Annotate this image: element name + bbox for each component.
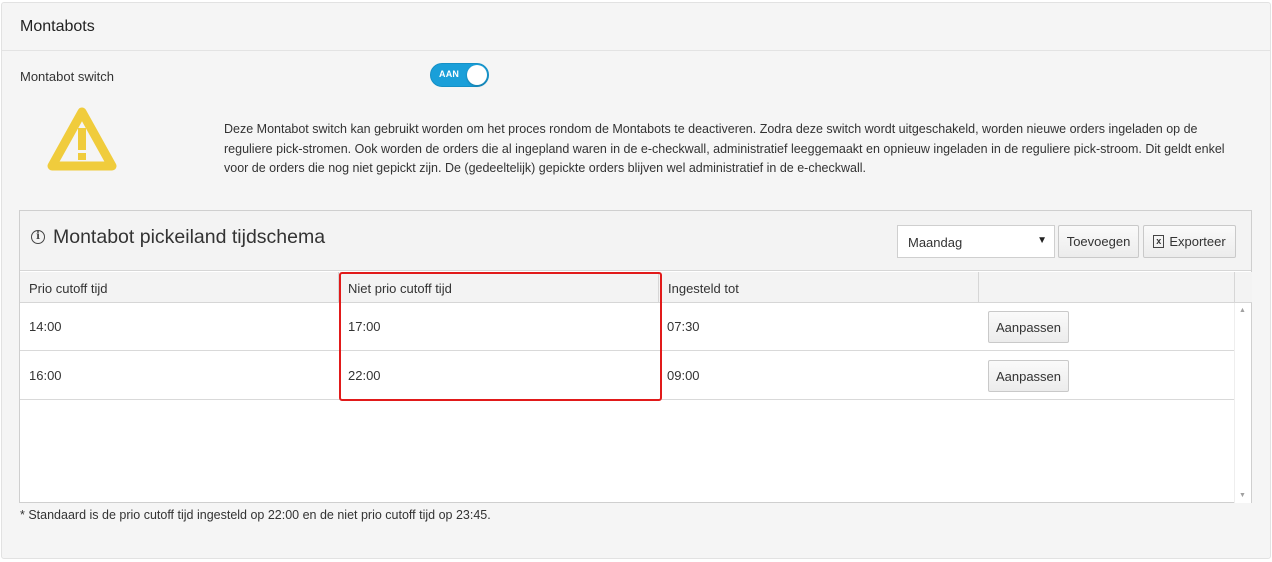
widget-title: Montabot pickeiland tijdschema [53, 226, 326, 248]
edit-button[interactable]: Aanpassen [988, 360, 1069, 392]
scroll-down-icon[interactable]: ▼ [1239, 492, 1246, 499]
cell-niet-prio: 22:00 [348, 368, 381, 383]
cell-ingesteld-tot: 09:00 [667, 368, 700, 383]
cell-prio: 16:00 [29, 368, 62, 383]
export-button-label: Exporteer [1169, 234, 1226, 249]
widget-header: i Montabot pickeiland tijdschema Maandag… [20, 211, 1251, 271]
chevron-down-icon: ▼ [1037, 235, 1047, 246]
panel-header: Montabots [2, 3, 1270, 51]
switch-description: Deze Montabot switch kan gebruikt worden… [224, 122, 1225, 176]
excel-file-icon: x [1153, 235, 1165, 248]
add-button-label: Toevoegen [1066, 234, 1131, 249]
export-button[interactable]: x Exporteer [1143, 225, 1236, 258]
warning-triangle-icon [47, 107, 117, 171]
table-row: 14:00 17:00 07:30 Aanpassen [20, 303, 1234, 351]
info-circle-icon: i [31, 230, 45, 244]
cell-ingesteld-tot: 07:30 [667, 319, 700, 334]
toggle-knob [467, 65, 487, 85]
table-row: 16:00 22:00 09:00 Aanpassen [20, 352, 1234, 400]
montabot-switch-toggle[interactable]: AAN [430, 63, 489, 87]
edit-button-label: Aanpassen [995, 319, 1062, 335]
add-button[interactable]: Toevoegen [1058, 225, 1139, 258]
cell-niet-prio: 17:00 [348, 319, 381, 334]
column-header-prio[interactable]: Prio cutoff tijd [20, 272, 339, 302]
schedule-widget: i Montabot pickeiland tijdschema Maandag… [19, 210, 1252, 503]
day-select-value: Maandag [908, 235, 963, 250]
day-select[interactable]: Maandag ▼ [897, 225, 1055, 258]
table-header: Prio cutoff tijd Niet prio cutoff tijd I… [20, 272, 1252, 303]
footnote: * Standaard is de prio cutoff tijd inges… [20, 508, 491, 522]
toggle-state-label: AAN [439, 69, 460, 79]
panel-title: Montabots [20, 18, 95, 35]
column-header-actions [979, 272, 1235, 302]
edit-button[interactable]: Aanpassen [988, 311, 1069, 343]
table-scrollbar[interactable]: ▲ ▼ [1234, 303, 1251, 503]
column-header-niet-prio[interactable]: Niet prio cutoff tijd [339, 272, 659, 302]
montabot-switch-label: Montabot switch [20, 69, 114, 84]
scroll-up-icon[interactable]: ▲ [1239, 307, 1246, 314]
edit-button-label: Aanpassen [995, 368, 1062, 384]
cell-prio: 14:00 [29, 319, 62, 334]
column-header-ingesteld-tot[interactable]: Ingesteld tot [659, 272, 979, 302]
